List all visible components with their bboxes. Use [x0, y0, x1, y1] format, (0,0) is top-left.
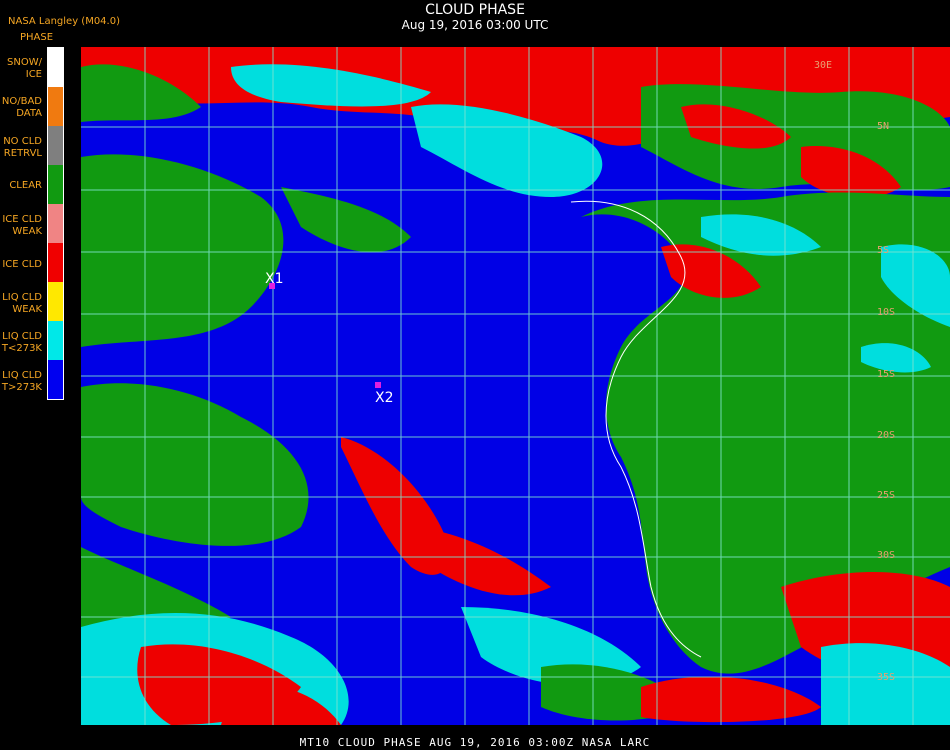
marker-x1-label: X1 [265, 271, 284, 287]
legend-swatch-liq-cld-cold [48, 321, 63, 360]
lat-label-5n: 5N [877, 121, 889, 132]
legend-swatch-no-bad-data [48, 87, 63, 126]
map-canvas: 5N 5S 10S 15S 20S 25S 30S 35S 30E X1 X2 [81, 47, 950, 725]
legend-label-liq-cld-weak: LIQ CLD WEAK [2, 292, 42, 315]
legend-label-liq-cld-cold: LIQ CLD T<273K [1, 331, 42, 354]
lat-label-25s: 25S [877, 490, 895, 501]
legend-label-ice-cld-weak: ICE CLD WEAK [2, 214, 42, 237]
footer-caption: MT10 CLOUD PHASE AUG 19, 2016 03:00Z NAS… [299, 736, 651, 749]
lat-label-30s: 30S [877, 550, 895, 561]
lon-label-30e: 30E [814, 60, 832, 71]
map-title: CLOUD PHASE [425, 2, 525, 18]
legend-swatch-snow-ice [48, 48, 63, 87]
legend-swatch-liq-cld-weak [48, 282, 63, 321]
lat-label-35s: 35S [877, 672, 895, 683]
legend-swatch-ice-cld [48, 243, 63, 282]
legend-title: PHASE [20, 32, 54, 43]
legend-label-no-bad-data: NO/BAD DATA [1, 96, 42, 119]
lat-label-5s: 5S [877, 245, 889, 256]
phase-legend [47, 47, 64, 400]
lat-label-10s: 10S [877, 307, 895, 318]
marker-x2[interactable] [375, 382, 381, 388]
legend-swatch-liq-cld-warm [48, 360, 63, 399]
cloud-phase-map[interactable]: 5N 5S 10S 15S 20S 25S 30S 35S 30E X1 X2 [81, 47, 950, 725]
legend-label-ice-cld: ICE CLD [2, 259, 42, 270]
source-label: NASA Langley (M04.0) [8, 16, 120, 27]
lat-label-15s: 15S [877, 369, 895, 380]
legend-swatch-no-cld-retrvl [48, 126, 63, 165]
legend-swatch-ice-cld-weak [48, 204, 63, 243]
map-timestamp: Aug 19, 2016 03:00 UTC [401, 18, 549, 32]
legend-label-clear: CLEAR [9, 180, 42, 191]
legend-label-snow-ice: SNOW/ ICE [7, 57, 42, 80]
marker-x2-label: X2 [375, 390, 394, 406]
lat-label-20s: 20S [877, 430, 895, 441]
legend-label-liq-cld-warm: LIQ CLD T>273K [1, 370, 42, 393]
legend-label-no-cld-retrvl: NO CLD RETRVL [3, 136, 42, 159]
legend-swatch-clear [48, 165, 63, 204]
